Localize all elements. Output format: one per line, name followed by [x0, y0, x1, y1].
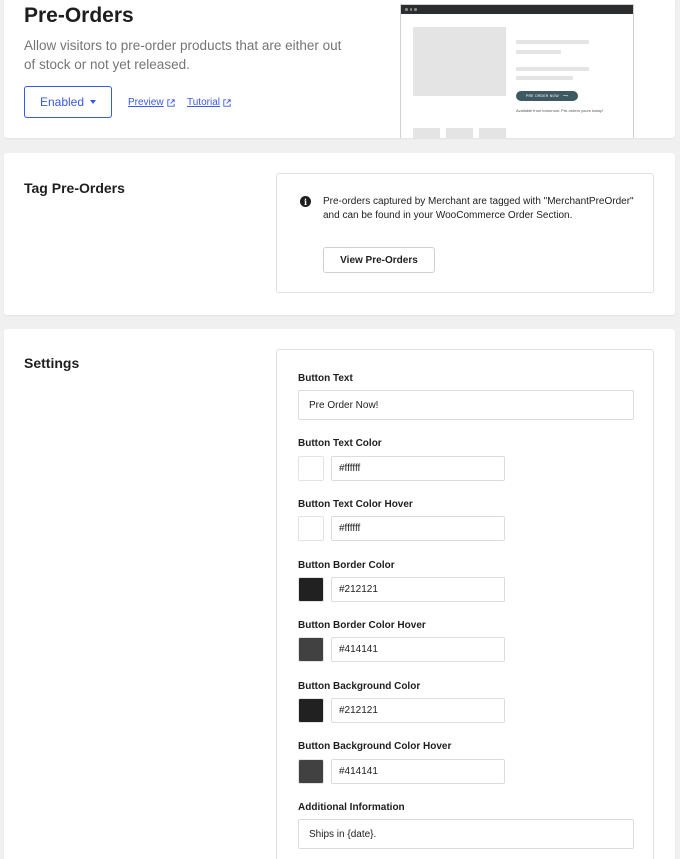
tutorial-link[interactable]: Tutorial	[187, 97, 231, 108]
external-link-icon	[223, 98, 231, 107]
button-text-color-hover-label: Button Text Color Hover	[298, 499, 413, 510]
page-title: Pre-Orders	[24, 4, 134, 27]
tag-info-text: Pre-orders captured by Merchant are tagg…	[323, 196, 634, 221]
button-text-label: Button Text	[298, 373, 353, 384]
button-border-color-hover-input[interactable]	[331, 637, 505, 662]
mockup-text-line	[516, 67, 589, 71]
view-preorders-button[interactable]: View Pre-Orders	[323, 247, 435, 273]
button-text-color-hover-swatch[interactable]	[298, 516, 324, 541]
mockup-product-image	[413, 27, 506, 96]
info-icon: i	[300, 196, 311, 207]
mockup-thumbnail	[413, 128, 440, 138]
mockup-text-line	[516, 76, 573, 80]
button-border-color-hover-swatch[interactable]	[298, 637, 324, 662]
mockup-thumbnail	[446, 128, 473, 138]
button-border-color-label: Button Border Color	[298, 560, 395, 571]
tutorial-link-label: Tutorial	[187, 97, 220, 108]
additional-information-label: Additional Information	[298, 802, 405, 813]
module-status-label: Enabled	[39, 95, 85, 109]
button-text-color-hover-input[interactable]	[331, 516, 505, 541]
button-border-color-input[interactable]	[331, 577, 505, 602]
section-title-tag: Tag Pre-Orders	[24, 180, 125, 196]
arrow-right-icon: ⟶	[562, 94, 569, 98]
tag-preorders-card: Tag Pre-Orders i Pre-orders captured by …	[4, 153, 675, 315]
module-header-card: Pre-Orders Allow visitors to pre-order p…	[4, 0, 675, 138]
section-title-settings: Settings	[24, 355, 80, 371]
mockup-text-line	[516, 40, 589, 44]
mockup-preorder-button: PRE ORDER NOW ⟶	[516, 91, 578, 101]
external-link-icon	[166, 98, 175, 107]
button-border-color-swatch[interactable]	[298, 577, 324, 602]
mockup-text-line	[516, 50, 561, 54]
settings-panel: Button Text Button Text Color Button Tex…	[276, 349, 654, 859]
button-background-color-label: Button Background Color	[298, 681, 421, 692]
module-status-dropdown[interactable]: Enabled	[24, 86, 112, 118]
additional-information-input[interactable]	[298, 819, 634, 849]
preview-link-label: Preview	[128, 97, 164, 108]
window-dot-icon	[405, 8, 408, 11]
window-dot-icon	[414, 8, 417, 11]
button-background-color-hover-label: Button Background Color Hover	[298, 741, 452, 752]
mockup-thumbnail	[479, 128, 506, 138]
window-dot-icon	[409, 8, 412, 11]
mockup-browser-bar	[401, 5, 633, 14]
preview-link[interactable]: Preview	[128, 97, 175, 108]
tag-info-box: i Pre-orders captured by Merchant are ta…	[276, 173, 654, 293]
button-background-color-hover-swatch[interactable]	[298, 759, 324, 784]
button-text-color-label: Button Text Color	[298, 438, 382, 449]
button-text-input[interactable]	[298, 390, 634, 420]
button-text-color-swatch[interactable]	[298, 456, 324, 481]
button-background-color-swatch[interactable]	[298, 698, 324, 723]
button-border-color-hover-label: Button Border Color Hover	[298, 620, 426, 631]
caret-down-icon	[90, 100, 97, 104]
button-background-color-hover-input[interactable]	[331, 759, 505, 784]
module-description: Allow visitors to pre-order products tha…	[24, 38, 342, 72]
mockup-note: Available from tomorrow. Pre-orders your…	[516, 108, 603, 113]
button-background-color-input[interactable]	[331, 698, 505, 723]
mockup-button-label: PRE ORDER NOW	[525, 94, 559, 98]
button-text-color-input[interactable]	[331, 456, 505, 481]
settings-card: Settings Button Text Button Text Color B…	[4, 329, 675, 859]
preview-mockup: PRE ORDER NOW ⟶ Available from tomorrow.…	[400, 4, 634, 138]
